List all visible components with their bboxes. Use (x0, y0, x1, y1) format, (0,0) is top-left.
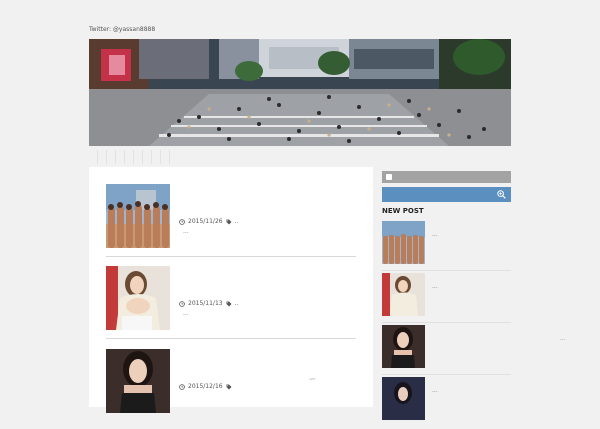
sidebar-divider (382, 322, 511, 323)
stray-text: ... (309, 375, 315, 382)
nav-item[interactable] (89, 150, 98, 164)
clock-icon (179, 383, 185, 390)
post-date: 2015/12/16 (188, 383, 223, 390)
sidebar-post: ... (382, 221, 511, 273)
rss-bar[interactable] (382, 171, 511, 183)
post-divider (106, 256, 356, 257)
post-tags[interactable]: .. (235, 300, 239, 307)
sidebar-post-thumbnail[interactable] (382, 221, 425, 264)
tag-icon (226, 384, 232, 389)
portrait-photo (382, 377, 425, 420)
group-photo (106, 184, 170, 248)
clock-icon (179, 300, 185, 307)
twitter-handle[interactable]: Twitter: @yassan8888 (89, 26, 155, 33)
portrait-photo (382, 273, 425, 316)
sidebar-post-excerpt[interactable]: ... (432, 231, 438, 238)
nav-menu (89, 150, 511, 164)
header-banner-image[interactable] (89, 39, 511, 146)
sidebar-post: ... (382, 377, 511, 429)
nav-item[interactable] (134, 150, 143, 164)
post-date: 2015/11/26 (188, 218, 223, 225)
stray-text: ... (560, 335, 566, 342)
post-thumbnail[interactable] (106, 184, 170, 248)
new-post-heading: NEW POST (382, 207, 424, 215)
sidebar-divider (382, 270, 511, 271)
main-content: 2015/11/26 .. ... 2015/11/13 .. ... 2015… (89, 167, 373, 413)
post-meta: 2015/12/16 (179, 383, 235, 390)
rss-icon (386, 174, 392, 180)
nav-item[interactable] (143, 150, 152, 164)
post-thumbnail[interactable] (106, 349, 170, 413)
post-date: 2015/11/13 (188, 300, 223, 307)
post-tags[interactable]: .. (235, 218, 239, 225)
sidebar-post-thumbnail[interactable] (382, 377, 425, 420)
portrait-photo (106, 266, 170, 330)
sidebar-post (382, 325, 511, 377)
portrait-photo (382, 325, 425, 368)
search-bar[interactable] (382, 187, 511, 202)
sidebar-post-excerpt[interactable]: ... (432, 283, 438, 290)
post-thumbnail[interactable] (106, 266, 170, 330)
nav-item[interactable] (98, 150, 107, 164)
post-meta: 2015/11/13 .. (179, 300, 238, 307)
tag-icon (226, 301, 232, 306)
zoom-in-search-icon (497, 190, 506, 199)
nav-item[interactable] (116, 150, 125, 164)
nav-item[interactable] (107, 150, 116, 164)
clock-icon (179, 218, 185, 225)
crowd-crossing-photo (89, 39, 511, 146)
tag-icon (226, 219, 232, 224)
sidebar-post-excerpt[interactable]: ... (432, 387, 438, 394)
post-excerpt: ... (183, 228, 189, 235)
post-meta: 2015/11/26 .. (179, 218, 238, 225)
sidebar-post-thumbnail[interactable] (382, 325, 425, 368)
group-photo (382, 221, 425, 264)
nav-item[interactable] (161, 150, 170, 164)
sidebar-divider (382, 374, 511, 375)
nav-item[interactable] (125, 150, 134, 164)
sidebar-post-thumbnail[interactable] (382, 273, 425, 316)
post-divider (106, 338, 356, 339)
post-excerpt: ... (183, 310, 189, 317)
nav-item[interactable] (152, 150, 161, 164)
portrait-photo (106, 349, 170, 413)
sidebar-post: ... (382, 273, 511, 325)
